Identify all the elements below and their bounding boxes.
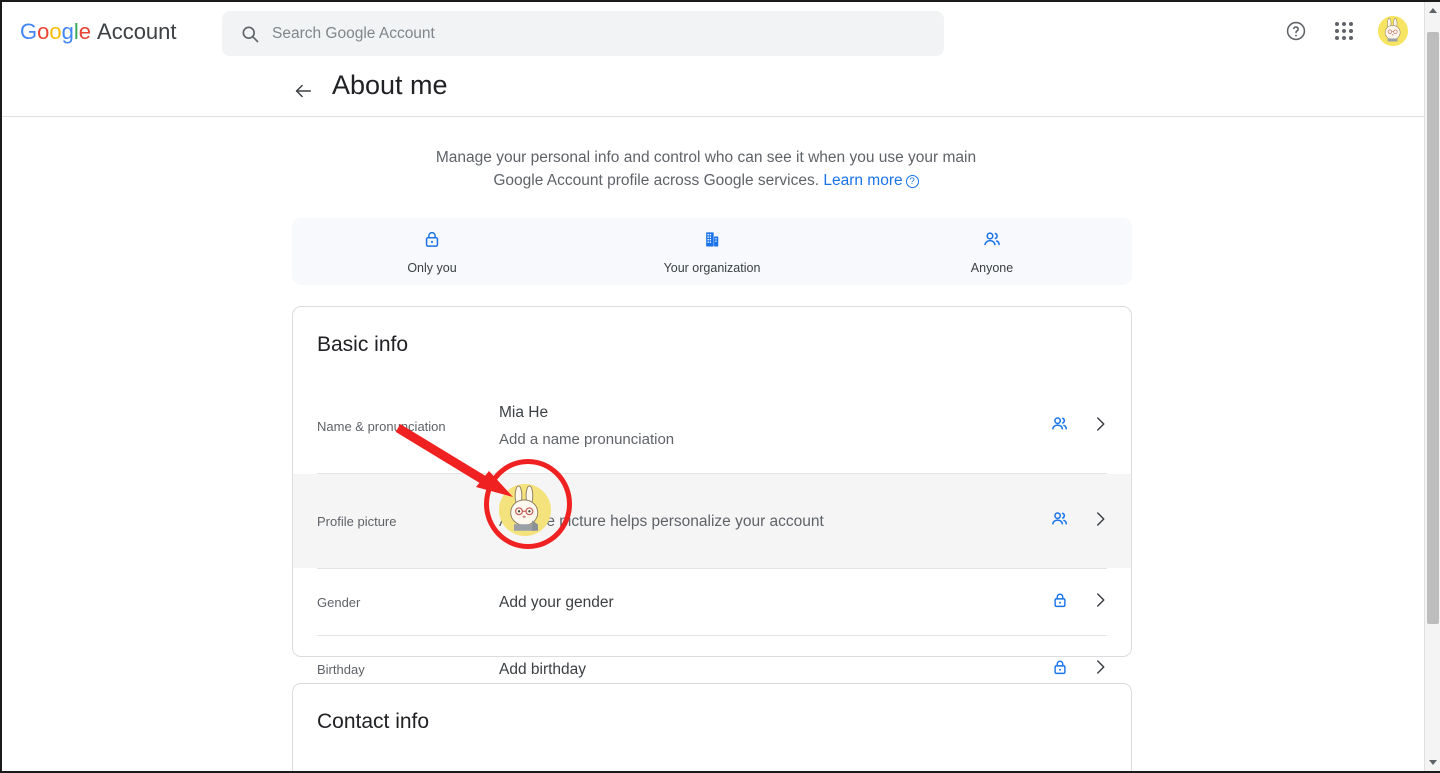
arrow-left-icon[interactable] <box>290 78 316 104</box>
chevron-right-icon[interactable] <box>1091 415 1109 438</box>
row-actions <box>1051 658 1109 681</box>
contact-info-card: Contact info Email mia.he@minitool.com <box>292 683 1132 771</box>
legend-label: Anyone <box>970 260 1014 275</box>
scroll-thumb[interactable] <box>1427 32 1439 624</box>
google-account-about-me-page: Google Account Search Google Account Abo… <box>0 0 1440 773</box>
contact-info-title: Contact info <box>317 710 430 733</box>
row-label: Name & pronunciation <box>317 418 446 434</box>
row-actions <box>1050 509 1109 533</box>
name-value: Mia He <box>499 404 549 421</box>
top-bar-actions <box>1282 16 1408 46</box>
description-line-2: Google Account profile across Google ser… <box>493 172 820 189</box>
description-line-1: Manage your personal info and control wh… <box>435 149 977 166</box>
chevron-right-icon[interactable] <box>1091 591 1109 614</box>
logo-letter-e: e <box>78 19 92 44</box>
scroll-up-arrow[interactable] <box>1425 2 1440 19</box>
main-content: Manage your personal info and control wh… <box>2 118 1412 771</box>
chevron-right-icon[interactable] <box>1091 510 1109 533</box>
lock-icon[interactable] <box>1051 591 1069 614</box>
profile-picture-avatar[interactable] <box>499 483 551 536</box>
contact-info-rows: Email mia.he@minitool.com <box>293 756 1131 771</box>
row-label: Profile picture <box>317 513 397 529</box>
people-icon <box>982 229 1002 254</box>
logo-account-word: Account <box>97 19 177 44</box>
google-account-logo[interactable]: Google Account <box>20 19 177 45</box>
rabbit-avatar-icon <box>1378 16 1408 46</box>
basic-info-title: Basic info <box>317 333 409 356</box>
logo-letter-o1: o <box>37 19 50 44</box>
window-border-top <box>0 0 1440 2</box>
apps-grid-dots <box>1335 22 1353 40</box>
logo-letter-o2: o <box>49 19 62 44</box>
window-border-left <box>0 0 2 773</box>
chevron-right-icon[interactable] <box>1091 658 1109 681</box>
legend-item-only-you[interactable]: Only you <box>292 229 572 275</box>
row-value: A profile picture helps personalize your… <box>499 483 1050 536</box>
row-value: Mia He Add a name pronunciation <box>499 401 1050 451</box>
basic-info-rows: Name & pronunciation Mia He Add a name p… <box>293 379 1131 702</box>
logo-letter-g: G <box>20 19 38 44</box>
row-label: Birthday <box>317 661 365 677</box>
lock-icon <box>422 229 442 254</box>
top-app-bar: Google Account Search Google Account <box>2 2 1426 64</box>
legend-label: Only you <box>407 260 457 275</box>
row-label: Gender <box>317 594 361 610</box>
people-icon[interactable] <box>1050 509 1069 533</box>
page-description: Manage your personal info and control wh… <box>2 146 1410 192</box>
basic-info-card: Basic info Name & pronunciation Mia He A… <box>292 306 1132 678</box>
row-value: Add birthday <box>499 660 587 678</box>
search-bar[interactable]: Search Google Account <box>222 11 944 56</box>
info-question-icon[interactable]: ? <box>905 175 919 188</box>
row-name-and-pronunciation[interactable]: Name & pronunciation Mia He Add a name p… <box>293 379 1131 473</box>
row-value: Add your gender <box>499 593 614 611</box>
scroll-down-arrow[interactable] <box>1425 754 1440 771</box>
help-circle-icon[interactable] <box>1282 17 1310 45</box>
lock-icon[interactable] <box>1051 658 1069 681</box>
avatar[interactable] <box>1378 16 1408 46</box>
logo-letter-g2: g <box>61 19 74 44</box>
row-profile-picture[interactable]: Profile picture A profile picture helps … <box>293 474 1131 568</box>
row-gender[interactable]: Gender Add your gender <box>293 569 1131 635</box>
vertical-scrollbar[interactable] <box>1424 2 1440 771</box>
apps-grid-icon[interactable] <box>1330 17 1358 45</box>
page-header: About me <box>2 64 1426 117</box>
search-input[interactable]: Search Google Account <box>272 25 435 43</box>
rabbit-avatar-icon <box>499 483 551 536</box>
legend-item-your-organization[interactable]: Your organization <box>572 229 852 275</box>
learn-more-link[interactable]: Learn more <box>823 172 902 189</box>
row-actions <box>1050 414 1109 438</box>
legend-label: Your organization <box>663 260 761 275</box>
legend-item-anyone[interactable]: Anyone <box>852 229 1132 275</box>
visibility-legend: Only you Your organization Anyone <box>292 218 1132 285</box>
people-icon[interactable] <box>1050 414 1069 438</box>
page-title: About me <box>332 70 448 100</box>
name-pronunciation-hint: Add a name pronunciation <box>499 431 675 448</box>
row-email[interactable]: Email mia.he@minitool.com <box>293 756 1131 771</box>
building-icon <box>702 229 722 254</box>
row-actions <box>1051 591 1109 614</box>
search-icon <box>240 24 260 44</box>
